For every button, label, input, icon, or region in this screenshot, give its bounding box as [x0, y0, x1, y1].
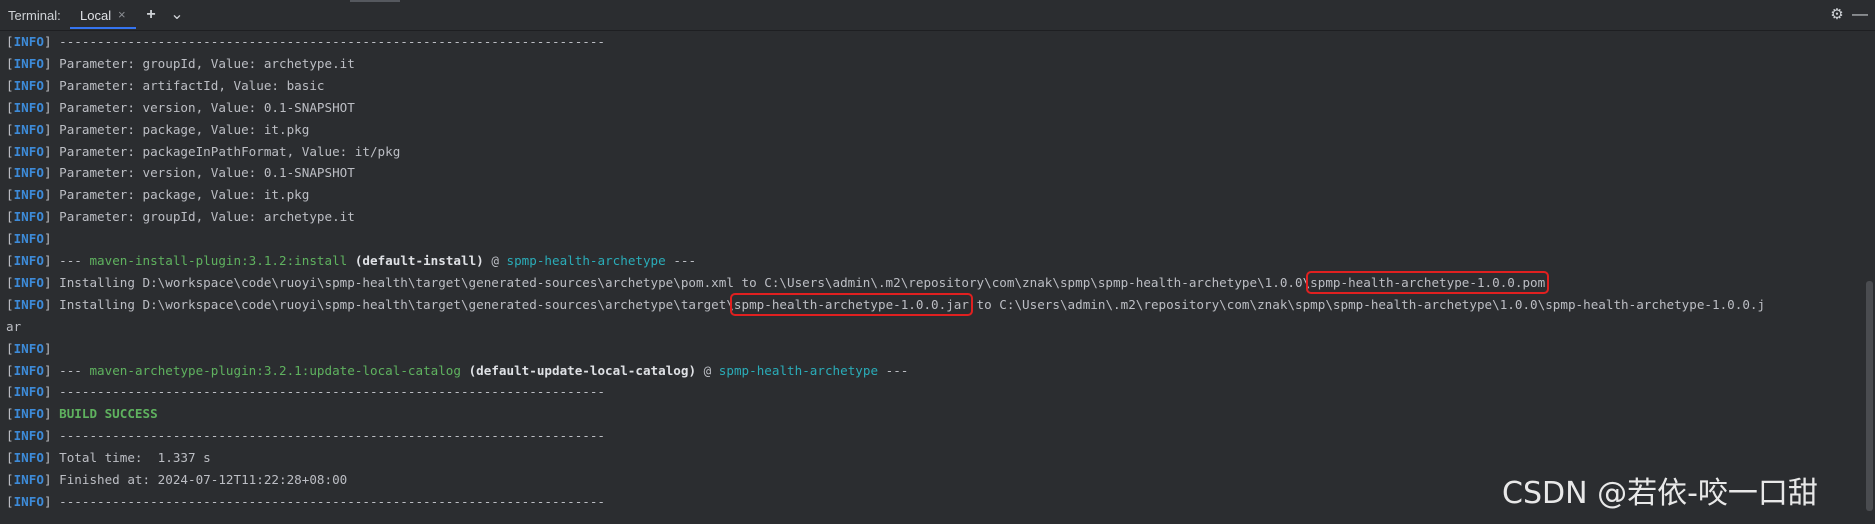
info-tag: INFO	[13, 472, 44, 487]
info-tag: INFO	[13, 121, 44, 137]
install-jar-dest: to C:\Users\admin\.m2\repository\com\zna…	[968, 296, 1766, 312]
close-tab-icon[interactable]: ×	[118, 7, 126, 22]
log-line: [INFO] Parameter: package, Value: it.pkg	[6, 121, 310, 137]
plugin-prefix: ---	[59, 253, 90, 268]
log-line: [INFO] Parameter: artifactId, Value: bas…	[6, 77, 325, 93]
project-name: spmp-health-archetype	[718, 362, 879, 378]
info-tag: INFO	[13, 209, 44, 225]
vertical-scrollbar[interactable]	[1866, 281, 1873, 511]
info-tag: INFO	[13, 493, 44, 509]
info-tag: INFO	[13, 340, 44, 356]
install-jar-wrap: ar	[6, 318, 22, 334]
plugin-execution: (default-install)	[354, 253, 484, 268]
log-text: Parameter: package, Value: it.pkg	[59, 187, 310, 203]
log-text: Parameter: groupId, Value: archetype.it	[59, 209, 355, 225]
log-text: ----------------------------------------…	[59, 428, 606, 444]
log-text: ----------------------------------------…	[59, 34, 606, 49]
log-line: [INFO] Parameter: packageInPathFormat, V…	[6, 143, 401, 159]
plugin-header-line: [INFO] --- maven-archetype-plugin:3.2.1:…	[6, 362, 909, 378]
install-jar-text: Installing D:\workspace\code\ruoyi\spmp-…	[59, 296, 734, 312]
log-text: Finished at: 2024-07-12T11:22:28+08:00	[59, 472, 348, 487]
info-tag: INFO	[13, 450, 44, 466]
log-line: [INFO]	[6, 340, 52, 356]
log-text: Parameter: version, Value: 0.1-SNAPSHOT	[59, 165, 355, 181]
info-tag: INFO	[13, 77, 44, 93]
log-line: [INFO] ---------------------------------…	[6, 34, 606, 49]
info-tag: INFO	[13, 187, 44, 203]
install-pom-line: [INFO] Installing D:\workspace\code\ruoy…	[6, 270, 1550, 294]
log-line: [INFO] Total time: 1.337 s	[6, 450, 211, 466]
log-text: ----------------------------------------…	[59, 384, 606, 400]
plugin-execution: (default-update-local-catalog)	[468, 362, 697, 378]
info-tag: INFO	[13, 253, 44, 268]
log-line: [INFO]	[6, 231, 52, 247]
gear-icon[interactable]: ⚙	[1827, 5, 1847, 25]
info-tag: INFO	[13, 362, 44, 378]
project-name: spmp-health-archetype	[506, 253, 666, 268]
chevron-down-icon[interactable]: ⌄	[167, 5, 187, 25]
info-tag: INFO	[13, 406, 44, 422]
terminal-output[interactable]: [INFO] ---------------------------------…	[0, 31, 1875, 524]
log-line: [INFO] ---------------------------------…	[6, 428, 606, 444]
minimize-icon[interactable]: —	[1850, 5, 1870, 25]
build-status-line: [INFO] BUILD SUCCESS	[6, 406, 158, 422]
plugin-suffix: ---	[878, 362, 909, 378]
info-tag: INFO	[13, 428, 44, 444]
log-line: [INFO] Parameter: groupId, Value: archet…	[6, 55, 355, 71]
log-line: [INFO] Parameter: package, Value: it.pkg	[6, 187, 310, 203]
install-pom-text: Installing D:\workspace\code\ruoyi\spmp-…	[59, 274, 1311, 290]
plugin-suffix: ---	[665, 253, 697, 268]
highlighted-pom-file: spmp-health-archetype-1.0.0.pom	[1306, 270, 1550, 294]
plugin-prefix: ---	[59, 362, 90, 378]
watermark: CSDN @若依-咬一口甜	[1502, 476, 1818, 511]
log-text: Parameter: version, Value: 0.1-SNAPSHOT	[59, 99, 355, 115]
plugin-name: maven-archetype-plugin:3.2.1:update-loca…	[89, 362, 461, 378]
log-text: ----------------------------------------…	[59, 493, 606, 509]
info-tag: INFO	[13, 274, 44, 290]
plugin-name: maven-install-plugin:3.1.2:install	[89, 253, 348, 268]
log-line: [INFO] Parameter: version, Value: 0.1-SN…	[6, 99, 355, 115]
tab-local-label: Local	[80, 8, 112, 23]
terminal-title: Terminal:	[8, 8, 61, 23]
highlighted-jar-file: spmp-health-archetype-1.0.0.jar	[729, 292, 973, 316]
log-line: [INFO] Parameter: version, Value: 0.1-SN…	[6, 165, 355, 181]
log-text: Parameter: packageInPathFormat, Value: i…	[59, 143, 401, 159]
window-drag-indicator[interactable]	[350, 0, 400, 2]
info-tag: INFO	[13, 165, 44, 181]
info-tag: INFO	[13, 384, 44, 400]
plugin-at: @	[696, 362, 719, 378]
log-text: Total time: 1.337 s	[59, 450, 211, 466]
log-line: [INFO] ---------------------------------…	[6, 384, 606, 400]
tab-local[interactable]: Local ×	[70, 3, 136, 29]
log-line: [INFO] Finished at: 2024-07-12T11:22:28+…	[6, 472, 348, 487]
add-tab-icon[interactable]: +	[141, 5, 161, 25]
build-success-text: BUILD SUCCESS	[59, 406, 158, 422]
plugin-at: @	[483, 253, 507, 268]
log-line: [INFO] Parameter: groupId, Value: archet…	[6, 209, 355, 225]
terminal-tabbar: Terminal: Local × + ⌄ ⚙ —	[0, 0, 1875, 31]
log-text: Parameter: groupId, Value: archetype.it	[59, 55, 355, 71]
plugin-header-line: [INFO] --- maven-install-plugin:3.1.2:in…	[6, 253, 697, 268]
info-tag: INFO	[13, 143, 44, 159]
info-tag: INFO	[13, 99, 44, 115]
log-text: Parameter: package, Value: it.pkg	[59, 121, 310, 137]
install-jar-line: [INFO] Installing D:\workspace\code\ruoy…	[6, 292, 1766, 316]
log-text: Parameter: artifactId, Value: basic	[59, 77, 325, 93]
info-tag: INFO	[13, 55, 44, 71]
info-tag: INFO	[13, 296, 44, 312]
info-tag: INFO	[13, 231, 44, 247]
wrapped-line: ar	[6, 316, 21, 338]
log-line: [INFO] ---------------------------------…	[6, 493, 606, 509]
info-tag: INFO	[13, 34, 44, 49]
